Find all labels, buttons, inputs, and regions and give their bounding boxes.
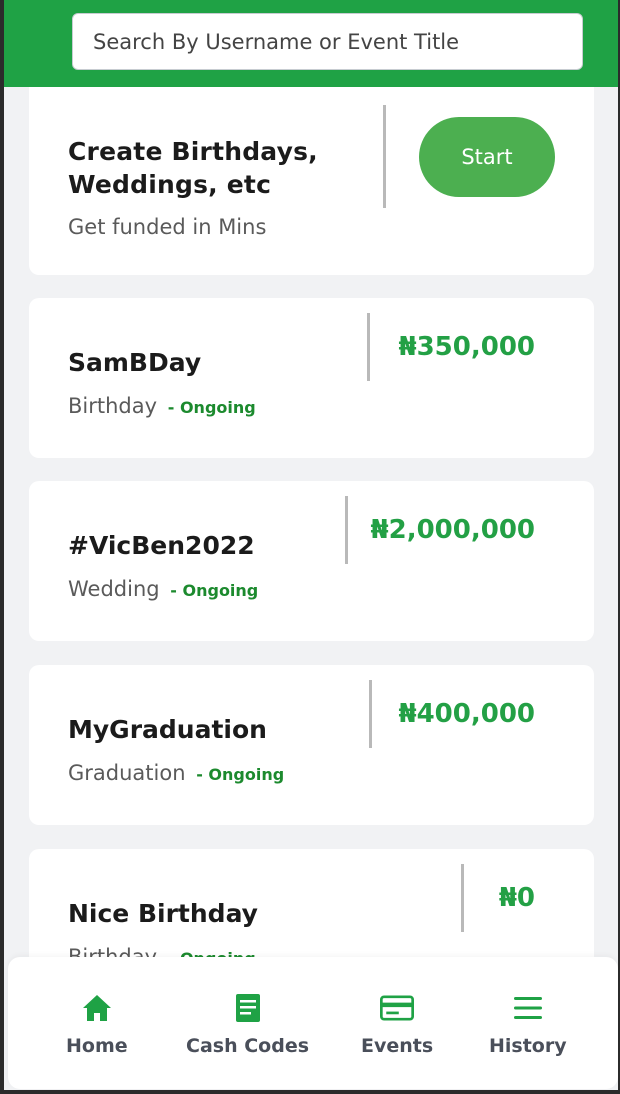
nav-item-cash-codes[interactable]: Cash Codes: [186, 993, 309, 1057]
divider: [345, 496, 348, 564]
nav-label: Home: [66, 1035, 128, 1057]
frame-edge: [0, 1090, 620, 1094]
event-amount: ₦2,000,000: [370, 515, 535, 545]
divider: [461, 864, 464, 932]
search-input[interactable]: [93, 29, 582, 54]
frame-edge: [0, 0, 4, 1094]
event-meta: Graduation - Ongoing: [68, 761, 284, 785]
event-category: Graduation: [68, 761, 186, 785]
event-status: - Ongoing: [196, 765, 285, 784]
event-amount: ₦350,000: [398, 332, 535, 362]
nav-item-home[interactable]: Home: [66, 993, 128, 1057]
event-amount: ₦400,000: [398, 699, 535, 729]
event-status: - Ongoing: [170, 581, 259, 600]
menu-icon: [511, 993, 545, 1023]
nav-item-events[interactable]: Events: [361, 993, 433, 1057]
divider: [369, 680, 372, 748]
event-status: - Ongoing: [167, 398, 256, 417]
event-title: SamBDay: [68, 348, 202, 377]
event-title: #VicBen2022: [68, 531, 255, 560]
nav-label: Cash Codes: [186, 1035, 310, 1057]
event-card[interactable]: SamBDay Birthday - Ongoing ₦350,000: [29, 298, 594, 458]
nav-label: History: [489, 1035, 567, 1057]
create-event-card: Create Birthdays, Weddings, etc Get fund…: [29, 70, 594, 275]
event-meta: Wedding - Ongoing: [68, 577, 258, 601]
event-category: Wedding: [68, 577, 160, 601]
home-icon: [80, 993, 114, 1023]
event-amount: ₦0: [498, 883, 535, 913]
promo-title: Create Birthdays, Weddings, etc: [68, 137, 318, 199]
bottom-nav: Home Cash Codes Events History: [8, 957, 618, 1089]
start-button[interactable]: Start: [419, 117, 555, 197]
event-title: Nice Birthday: [68, 899, 258, 928]
event-card[interactable]: #VicBen2022 Wedding - Ongoing ₦2,000,000: [29, 481, 594, 641]
event-card[interactable]: MyGraduation Graduation - Ongoing ₦400,0…: [29, 665, 594, 825]
divider: [383, 105, 386, 208]
event-list[interactable]: Create Birthdays, Weddings, etc Get fund…: [0, 0, 620, 1094]
document-icon: [231, 993, 265, 1023]
search-box[interactable]: [72, 13, 583, 70]
event-category: Birthday: [68, 394, 158, 418]
header-bar: [0, 0, 620, 87]
divider: [367, 313, 370, 381]
event-meta: Birthday - Ongoing: [68, 394, 256, 418]
nav-item-history[interactable]: History: [489, 993, 567, 1057]
nav-label: Events: [361, 1035, 434, 1057]
card-icon: [380, 993, 415, 1023]
event-title: MyGraduation: [68, 715, 267, 744]
promo-subtitle: Get funded in Mins: [68, 215, 267, 239]
